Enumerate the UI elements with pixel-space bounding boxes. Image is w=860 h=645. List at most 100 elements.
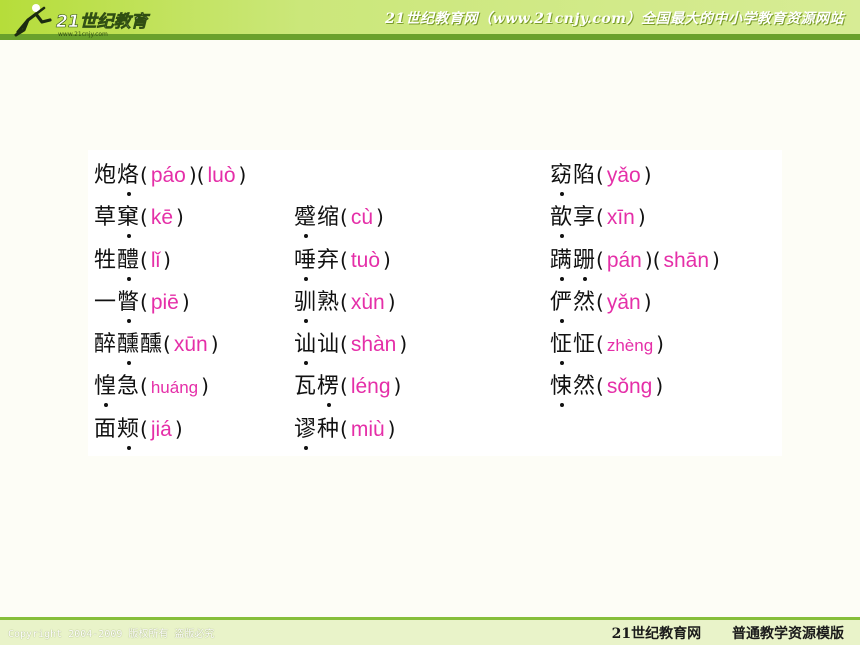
paren-open: ( [140,163,148,187]
vocab-entry: 一瞥(piē) [94,283,190,323]
vocab-word: 一瞥 [94,284,140,323]
pinyin-annotation: piē [150,291,179,314]
emphasis-dot [559,277,564,281]
paren-open: ( [340,332,348,356]
paren-open: ( [140,248,148,272]
emphasis-dot [559,234,564,238]
paren-close: ) [637,205,646,229]
paren-open: ( [340,290,348,314]
emphasis-dot [559,319,564,323]
vocab-entry: 驯熟(xùn) [294,283,396,323]
paren-open: ( [340,248,348,272]
pinyin-annotation: xīn [606,206,635,229]
emphasis-dot [103,403,108,407]
paren-open: ( [596,374,604,398]
paren-open: ( [596,332,604,356]
runner-icon [14,4,52,37]
vocab-word: 蹙缩 [294,199,340,238]
paren-close: ) [181,290,190,314]
vocab-word: 蹒跚 [550,242,596,281]
vocab-word: 驯熟 [294,284,340,323]
pinyin-annotation: tuò [350,249,381,272]
pinyin-annotation: páo [150,164,186,187]
vocab-entry: 惶急(huáng) [94,367,209,407]
pinyin-annotation: léng [350,375,391,398]
vocab-word: 唾弃 [294,242,340,281]
pinyin-annotation: shàn [350,333,397,356]
paren-close: ) [643,290,652,314]
emphasis-dot [126,277,131,281]
vocab-word: 瓦楞 [294,368,340,407]
paren-open: ( [596,205,604,229]
vocab-entry: 讪讪(shàn) [294,325,408,365]
emphasis-dot [126,234,131,238]
header-bar: 21世纪教育 www.21cnjy.com 21世纪教育网（www.21cnjy… [0,0,860,40]
pinyin-annotation: xùn [350,291,385,314]
emphasis-dot [126,446,131,450]
emphasis-dot [126,192,131,196]
paren-open: ( [140,374,148,398]
vocab-word: 讪讪 [294,326,340,365]
vocab-word: 牲醴 [94,242,140,281]
vocab-entry: 歆享(xīn) [550,198,646,238]
paren-open: ( [196,163,205,187]
paren-close: ) [656,332,664,356]
pinyin-annotation: miù [350,418,385,441]
pinyin-annotation: lǐ [150,249,161,272]
pinyin-annotation: shān [663,249,710,272]
paren-open: ( [140,417,148,441]
pinyin-annotation: sǒng [606,375,653,398]
vocab-word: 草窠 [94,199,140,238]
pinyin-annotation: yǎo [606,164,641,187]
paren-close: ) [201,374,209,398]
vocab-entry: 瓦楞(léng) [294,367,402,407]
vocab-word: 谬种 [294,411,340,450]
emphasis-dot [559,403,564,407]
pinyin-annotation: xūn [173,333,208,356]
paren-open: ( [140,290,148,314]
vocab-entry: 炮烙(páo)(luò) [94,156,247,196]
footer-brand: 21世纪教育网 普通教学资源模版 [586,623,844,643]
paren-open: ( [596,163,604,187]
paren-close: ) [399,332,408,356]
paren-close: ) [176,205,184,229]
paren-close: ) [238,163,247,187]
site-logo[interactable]: 21世纪教育 www.21cnjy.com [6,2,166,38]
vocab-entry: 牲醴(lǐ) [94,241,171,281]
pinyin-annotation: yǎn [606,291,641,314]
pinyin-annotation: jiá [150,418,172,441]
paren-open: ( [596,248,604,272]
footer-template-name: 普通教学资源模版 [732,626,844,642]
emphasis-dot [126,319,131,323]
paren-close: ) [383,248,391,272]
paren-close: ) [393,374,402,398]
paren-open: ( [163,332,171,356]
paren-open: ( [340,205,348,229]
vocab-entry: 悚然(sǒng) [550,367,663,407]
footer-site-name[interactable]: 21世纪教育网 [612,626,701,642]
paren-close: ) [644,248,653,272]
emphasis-dot [303,277,308,281]
vocab-word: 炮烙 [94,157,140,196]
vocab-word: 惶急 [94,368,140,407]
pinyin-annotation: kē [150,206,174,229]
emphasis-dot [559,361,564,365]
emphasis-dot [559,192,564,196]
vocab-entry: 怔怔(zhèng) [550,325,664,365]
footer-bar: Copyright 2004-2009 版权所有 盗版必究 21世纪教育网 普通… [0,620,860,645]
vocab-entry: 俨然(yǎn) [550,283,652,323]
vocab-entry: 窈陷(yǎo) [550,156,652,196]
paren-open: ( [340,417,348,441]
paren-open: ( [596,290,604,314]
vocab-word: 面颊 [94,411,140,450]
emphasis-dot [303,361,308,365]
vocab-entry: 醉醺醺(xūn) [94,325,219,365]
emphasis-dot [126,361,131,365]
pinyin-annotation: zhèng [606,336,654,355]
logo-url: www.21cnjy.com [58,31,108,38]
emphasis-dot [303,319,308,323]
paren-close: ) [643,163,652,187]
vocab-word: 窈陷 [550,157,596,196]
paren-open: ( [652,248,661,272]
paren-close: ) [376,205,384,229]
